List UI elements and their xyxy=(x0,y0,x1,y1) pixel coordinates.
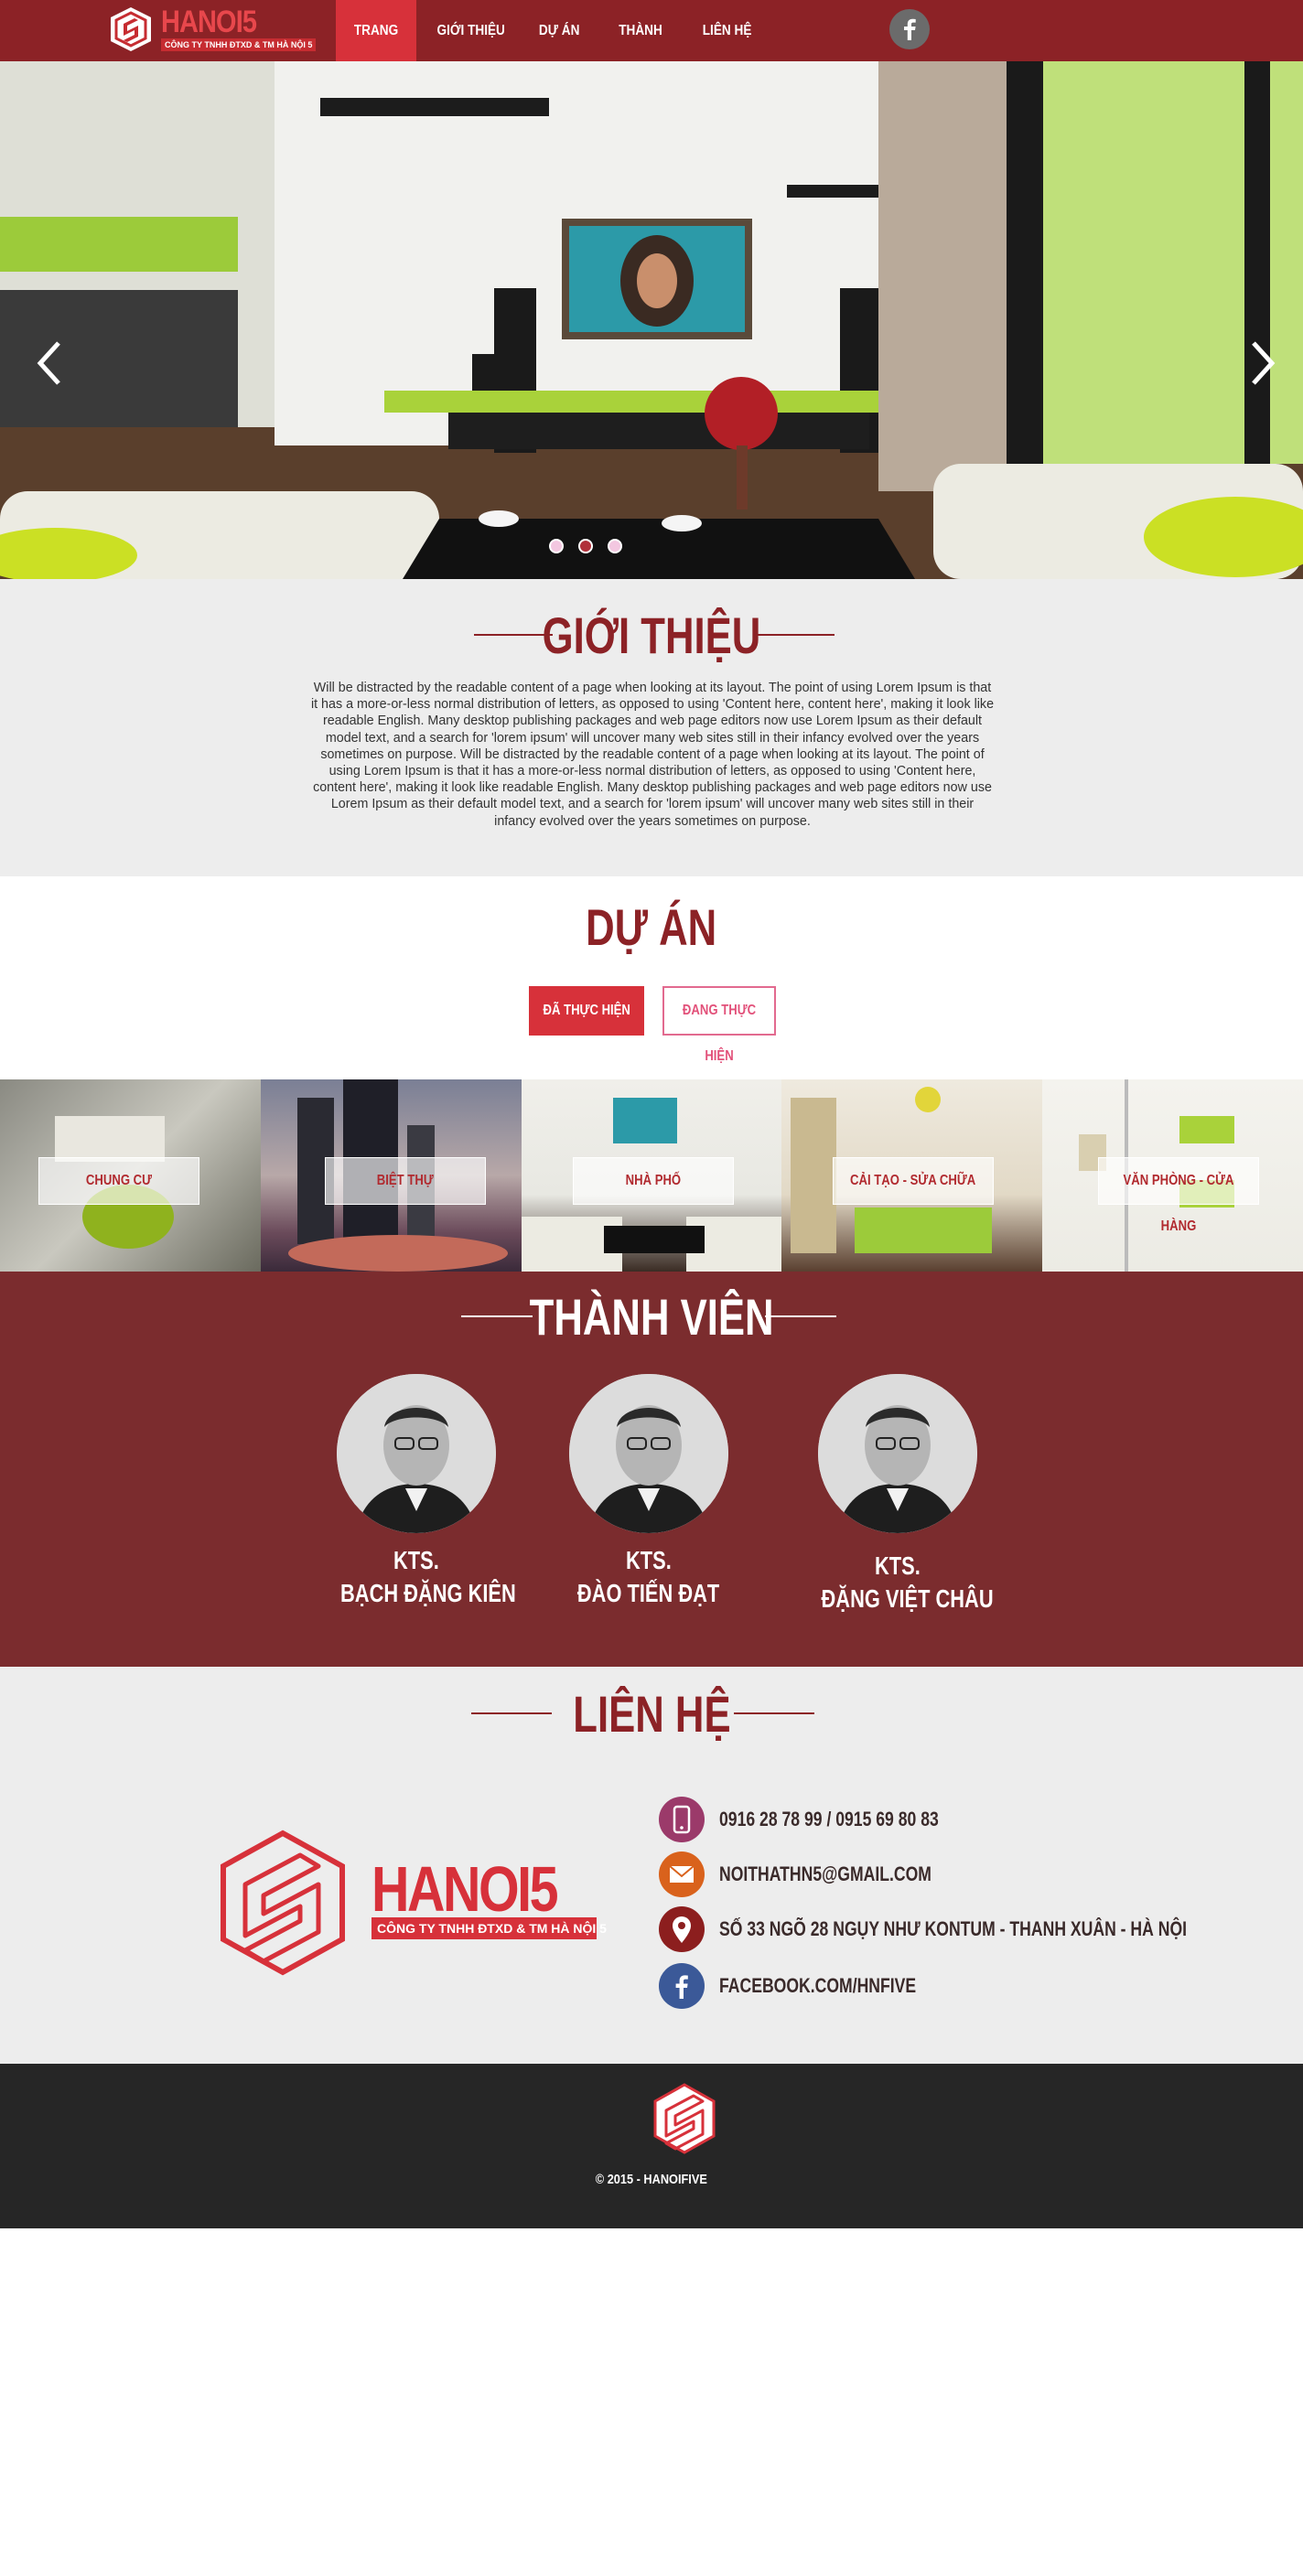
top-nav: HANOI5 CÔNG TY TNHH ĐTXD & TM HÀ NỘI 5 T… xyxy=(0,0,1303,100)
tab-in-progress[interactable]: ĐANG THỰC HIỆN xyxy=(662,986,776,1064)
location-icon xyxy=(659,1906,705,1952)
avatar xyxy=(818,1374,977,1533)
category-renovation[interactable]: CẢI TẠO - SỬA CHỮA xyxy=(781,1079,1042,1272)
nav-item-projects[interactable]: DỰ ÁN xyxy=(529,0,589,61)
brand-tagline: CÔNG TY TNHH ĐTXD & TM HÀ NỘI 5 xyxy=(372,1917,607,1939)
nav-item-about[interactable]: GIỚI THIỆU xyxy=(430,0,512,61)
projects-section: DỰ ÁN ĐÃ THỰC HIỆN ĐANG THỰC HIỆN xyxy=(0,876,1303,1079)
brand-wordmark: HANOI5 xyxy=(161,5,257,39)
category-villa[interactable]: BIỆT THỰ xyxy=(261,1079,522,1272)
avatar xyxy=(569,1374,728,1533)
chevron-left-icon[interactable] xyxy=(31,336,68,391)
category-townhouse[interactable]: NHÀ PHỐ xyxy=(522,1079,781,1272)
member-name: KTS. BẠCH ĐẶNG KIÊN xyxy=(340,1546,516,1607)
hero-image xyxy=(0,61,1303,579)
address-text: SỐ 33 NGÕ 28 NGỤY NHƯ KONTUM - THANH XUÂ… xyxy=(719,1917,1188,1940)
nav-item-team[interactable]: THÀNH VIÊN xyxy=(598,0,683,100)
contact-title: LIÊN HỆ xyxy=(572,1685,731,1743)
intro-section: GIỚI THIỆU Will be distracted by the rea… xyxy=(0,579,1303,876)
category-apartment[interactable]: CHUNG CƯ xyxy=(0,1079,261,1272)
intro-title: GIỚI THIỆU xyxy=(542,606,761,664)
avatar xyxy=(337,1374,496,1533)
slider-dot-2[interactable] xyxy=(578,539,593,553)
chevron-right-icon[interactable] xyxy=(1244,336,1281,391)
member-name: KTS. ĐÀO TIẾN ĐẠT xyxy=(577,1546,720,1607)
copyright: © 2015 - HANOIFIVE xyxy=(595,2172,708,2187)
slider-dot-3[interactable] xyxy=(608,539,622,553)
contact-section: LIÊN HỆ HANOI5 CÔNG TY TNHH ĐTXD & TM HÀ… xyxy=(0,1667,1303,2064)
brand-tagline: CÔNG TY TNHH ĐTXD & TM HÀ NỘI 5 xyxy=(161,38,317,51)
intro-body: Will be distracted by the readable conte… xyxy=(310,681,995,829)
facebook-icon xyxy=(659,1963,705,2009)
team-member[interactable]: KTS. ĐÀO TIẾN ĐẠT xyxy=(548,1374,749,1610)
logo-mark-icon xyxy=(111,7,151,51)
footer: © 2015 - HANOIFIVE xyxy=(0,2064,1303,2228)
facebook-icon[interactable] xyxy=(889,9,930,49)
brand-logo[interactable]: HANOI5 CÔNG TY TNHH ĐTXD & TM HÀ NỘI 5 xyxy=(108,4,317,55)
tab-completed[interactable]: ĐÃ THỰC HIỆN xyxy=(529,986,644,1036)
logo-mark-icon xyxy=(221,1830,345,1976)
logo-mark-icon xyxy=(653,2083,716,2154)
slider-dot-1[interactable] xyxy=(549,539,564,553)
slider-dots xyxy=(549,539,631,557)
projects-title: DỰ ÁN xyxy=(586,898,717,956)
nav-item-home[interactable]: TRANG CHỦ xyxy=(336,0,416,100)
team-member[interactable]: KTS. ĐẶNG VIỆT CHÂU xyxy=(797,1374,998,1615)
company-logo: HANOI5 CÔNG TY TNHH ĐTXD & TM HÀ NỘI 5 xyxy=(218,1830,607,1976)
phone-text: 0916 28 78 99 / 0915 69 80 83 xyxy=(719,1808,939,1830)
team-title: THÀNH VIÊN xyxy=(529,1288,774,1346)
member-name: KTS. ĐẶNG VIỆT CHÂU xyxy=(821,1551,994,1613)
phone-icon xyxy=(659,1797,705,1842)
email-icon xyxy=(659,1852,705,1897)
team-section: THÀNH VIÊN KTS. BẠCH ĐẶNG KIÊN KTS. ĐÀO TI… xyxy=(0,1272,1303,1667)
category-office-shop[interactable]: VĂN PHÒNG - CỬA HÀNG xyxy=(1042,1079,1303,1272)
brand-wordmark: HANOI5 xyxy=(372,1853,559,1925)
team-member[interactable]: KTS. BẠCH ĐẶNG KIÊN xyxy=(316,1374,517,1610)
nav-item-contact[interactable]: LIÊN HỆ xyxy=(695,0,759,61)
facebook-text: FACEBOOK.COM/HNFIVE xyxy=(719,1974,917,1997)
email-text: NOITHATHN5@GMAIL.COM xyxy=(719,1862,931,1885)
hero-slider xyxy=(0,61,1303,579)
project-categories: CHUNG CƯ BIỆT THỰ NHÀ PHỐ CẢI TẠO - SỬA … xyxy=(0,1079,1303,1272)
